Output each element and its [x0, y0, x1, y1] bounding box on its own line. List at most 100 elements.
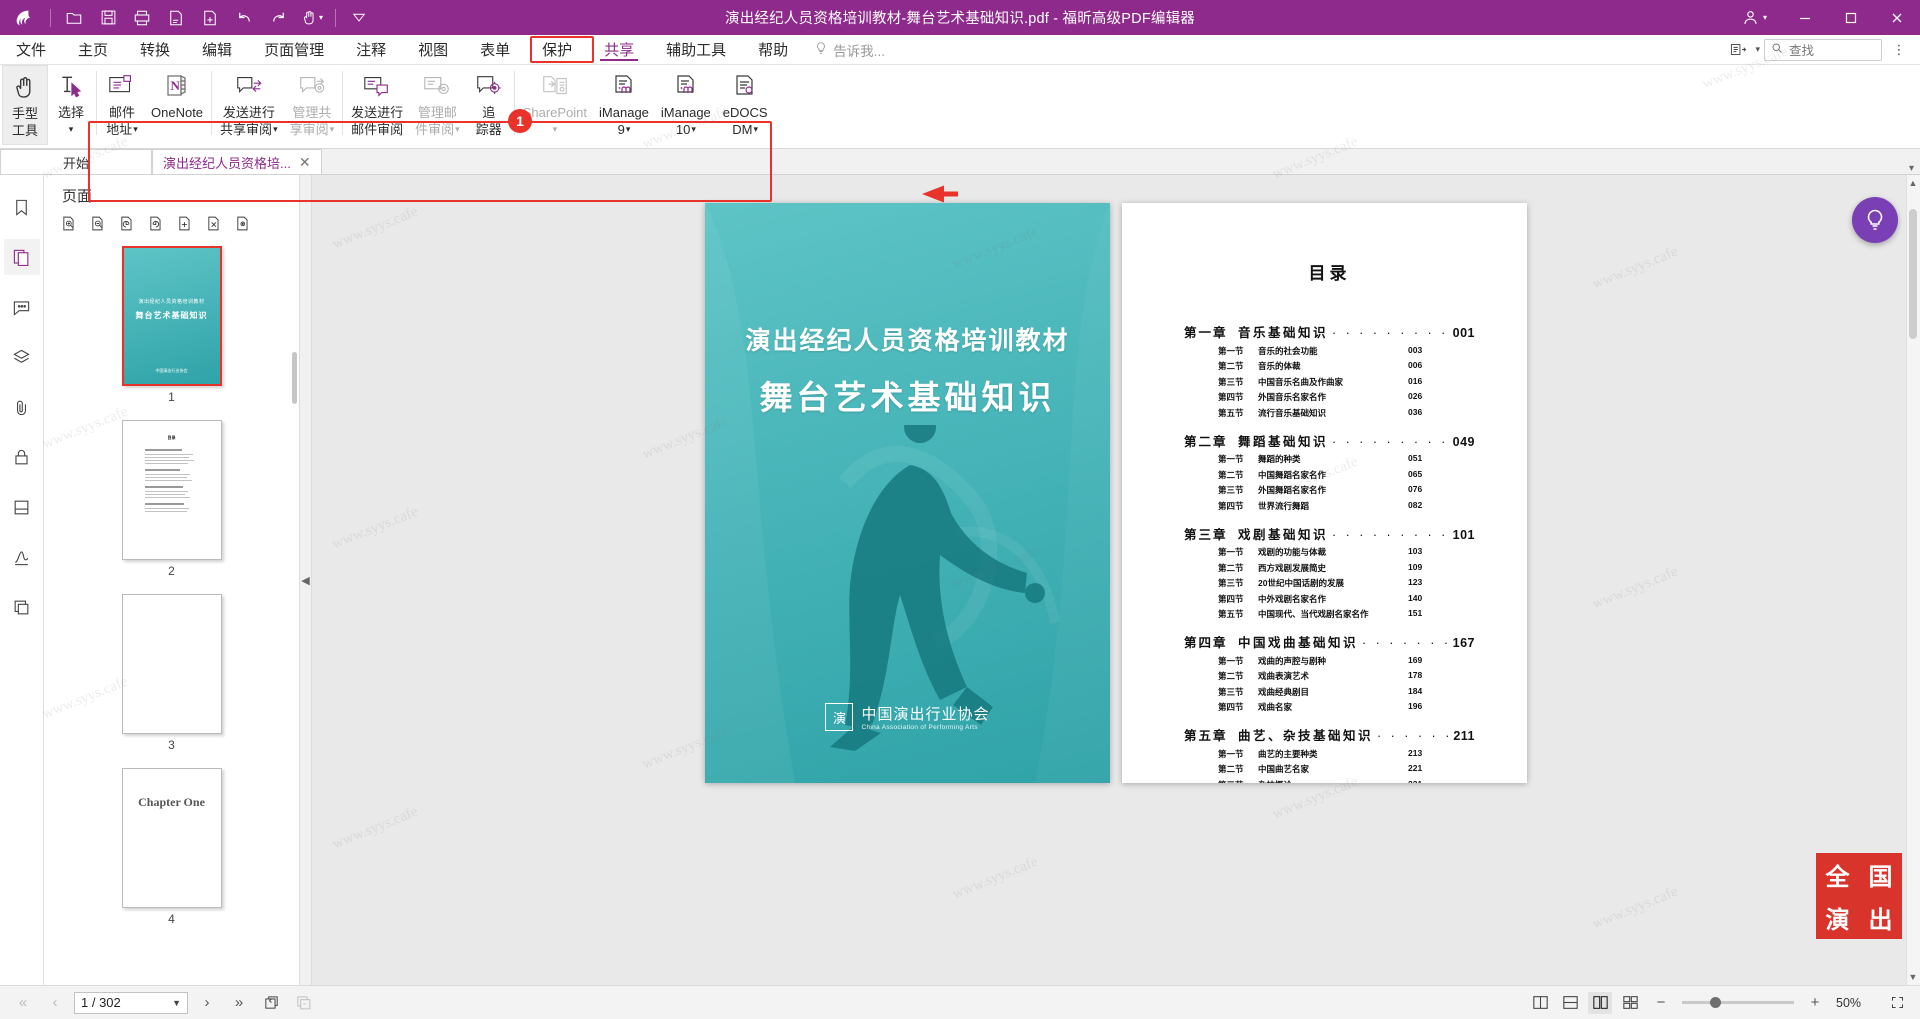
toc-section-row[interactable]: 第四节中外戏剧名家名作140 — [1218, 593, 1475, 605]
scroll-up-icon[interactable]: ▲ — [1908, 178, 1918, 188]
sidebar-item-stamps[interactable] — [4, 589, 40, 625]
redo-icon[interactable] — [261, 3, 295, 33]
thumbnail-scrollbar[interactable] — [292, 352, 297, 404]
select-tool-button[interactable]: 选择 ▾ — [48, 65, 94, 145]
toc-section-row[interactable]: 第一节曲艺的主要种类213 — [1218, 748, 1475, 760]
menu-item-protect[interactable]: 保护 — [526, 35, 588, 64]
extract-page-icon[interactable] — [230, 212, 256, 234]
insert-page-icon[interactable] — [172, 212, 198, 234]
sidebar-item-signatures[interactable] — [4, 539, 40, 575]
new-from-file-icon[interactable] — [193, 3, 227, 33]
menu-item-convert[interactable]: 转换 — [124, 35, 186, 64]
toc-section-row[interactable]: 第三节外国舞蹈名家名作076 — [1218, 484, 1475, 496]
page-thumbnail-4[interactable]: Chapter One — [122, 768, 222, 908]
account-icon[interactable]: ▾ — [1726, 8, 1782, 27]
send-shared-review-button[interactable]: 发送进行 共享审阅▾ — [214, 65, 284, 145]
thumbnail-item[interactable]: 目录 — [122, 420, 222, 594]
menu-item-edit[interactable]: 编辑 — [186, 35, 248, 64]
select-tool-caret[interactable]: ▾ — [69, 122, 74, 137]
imanage10-button[interactable]: iManage 10▾ — [655, 65, 717, 145]
toc-section-row[interactable]: 第一节音乐的社会功能003 — [1218, 345, 1475, 357]
toc-chapter-row[interactable]: 第五章 曲艺、杂技基础知识 · · · · · · · · 211 — [1184, 725, 1475, 744]
zoom-in-icon[interactable]: + — [1802, 991, 1828, 1015]
viewer-vertical-scrollbar[interactable]: ▲ ▼ — [1906, 175, 1920, 985]
toc-section-row[interactable]: 第四节戏曲名家196 — [1218, 701, 1475, 713]
manage-email-review-button[interactable]: 管理邮 件审阅▾ — [409, 65, 466, 145]
toc-section-row[interactable]: 第三节20世纪中国话剧的发展123 — [1218, 577, 1475, 589]
first-page-icon[interactable]: « — [10, 991, 36, 1015]
menu-item-comment[interactable]: 注释 — [340, 35, 402, 64]
chevron-down-icon[interactable]: ▾ — [1755, 44, 1760, 55]
toc-section-row[interactable]: 第一节舞蹈的种类051 — [1218, 453, 1475, 465]
toc-section-row[interactable]: 第四节外国音乐名家名作026 — [1218, 391, 1475, 403]
page-number-input[interactable]: 1 / 302 ▼ — [74, 992, 188, 1014]
toc-section-row[interactable]: 第一节戏剧的功能与体裁103 — [1218, 546, 1475, 558]
toc-section-row[interactable]: 第三节中国音乐名曲及作曲家016 — [1218, 376, 1475, 388]
toc-section-row[interactable]: 第二节中国舞蹈名家名作065 — [1218, 469, 1475, 481]
thumbnail-item[interactable]: 3 — [122, 594, 222, 768]
toc-section-row[interactable]: 第二节戏曲表演艺术178 — [1218, 670, 1475, 682]
menu-item-accessibility[interactable]: 辅助工具 — [650, 35, 742, 64]
prev-page-icon[interactable]: ‹ — [42, 991, 68, 1015]
toc-section-row[interactable]: 第五节中国现代、当代戏剧名家名作151 — [1218, 608, 1475, 620]
save-icon[interactable] — [91, 3, 125, 33]
menu-item-view[interactable]: 视图 — [402, 35, 464, 64]
last-page-icon[interactable]: » — [226, 991, 252, 1015]
toc-chapter-row[interactable]: 第三章 戏剧基础知识 · · · · · · · · · · · · · 101 — [1184, 524, 1475, 543]
toc-chapter-row[interactable]: 第二章 舞蹈基础知识 · · · · · · · · · · · · · 049 — [1184, 431, 1475, 450]
print-preview-icon[interactable] — [159, 3, 193, 33]
close-button[interactable] — [1874, 0, 1920, 35]
menu-item-form[interactable]: 表单 — [464, 35, 526, 64]
manage-shared-review-button[interactable]: 管理共 享审阅▾ — [284, 65, 341, 145]
print-icon[interactable] — [125, 3, 159, 33]
panel-splitter[interactable]: ◀ — [300, 175, 312, 985]
continuous-scroll-icon[interactable] — [1558, 992, 1582, 1014]
continuous-facing-icon[interactable] — [1618, 992, 1642, 1014]
rotate-right-icon[interactable] — [143, 212, 169, 234]
document-viewer[interactable]: 演出经纪人员资格培训教材 舞台艺术基础知识 演 中国演出行业协会 China A… — [312, 175, 1920, 985]
sidebar-item-destinations[interactable] — [4, 489, 40, 525]
toc-chapter-row[interactable]: 第四章 中国戏曲基础知识 · · · · · · · · · · 167 — [1184, 632, 1475, 651]
menu-item-page-manage[interactable]: 页面管理 — [248, 35, 340, 64]
previous-view-icon[interactable] — [258, 991, 284, 1015]
next-page-icon[interactable]: › — [194, 991, 220, 1015]
toc-section-row[interactable]: 第二节中国曲艺名家221 — [1218, 763, 1475, 775]
toc-section-row[interactable]: 第五节流行音乐基础知识036 — [1218, 407, 1475, 419]
more-vertical-icon[interactable]: ⋮ — [1886, 38, 1912, 62]
search-input[interactable]: 查找 — [1764, 39, 1882, 61]
scroll-down-icon[interactable]: ▼ — [1908, 972, 1918, 982]
delete-page-icon[interactable] — [201, 212, 227, 234]
sharepoint-button[interactable]: SharePoint ▾ — [517, 65, 593, 145]
toc-section-row[interactable]: 第二节音乐的体裁006 — [1218, 360, 1475, 372]
tell-me-box[interactable]: 告诉我... — [814, 35, 885, 64]
close-icon[interactable]: ✕ — [299, 154, 311, 171]
start-tab[interactable]: 开始 — [0, 149, 152, 174]
zoom-out-page-icon[interactable] — [85, 212, 111, 234]
menu-item-share[interactable]: 共享 — [588, 35, 650, 64]
page-thumbnail-3[interactable] — [122, 594, 222, 734]
thumbnail-item[interactable]: Chapter One 4 — [122, 768, 222, 942]
zoom-in-page-icon[interactable] — [56, 212, 82, 234]
toc-section-row[interactable]: 第四节世界流行舞蹈082 — [1218, 500, 1475, 512]
hand-tool-button[interactable]: 手型 工具 — [2, 65, 48, 145]
page-thumbnail-1[interactable]: 演出经纪人员资格培训教材 舞台艺术基础知识 中国演出行业协会 — [122, 246, 222, 386]
zoom-slider[interactable] — [1682, 1001, 1794, 1004]
sidebar-item-comments[interactable] — [4, 289, 40, 325]
menu-item-help[interactable]: 帮助 — [742, 35, 804, 64]
thumbnail-item[interactable]: 演出经纪人员资格培训教材 舞台艺术基础知识 中国演出行业协会 1 — [122, 246, 222, 420]
customize-toolbar-icon[interactable] — [342, 3, 376, 33]
fullscreen-icon[interactable] — [1884, 991, 1910, 1015]
rotate-left-icon[interactable] — [114, 212, 140, 234]
single-page-icon[interactable] — [1528, 992, 1552, 1014]
toc-section-row[interactable]: 第一节戏曲的声腔与剧种169 — [1218, 655, 1475, 667]
sharepoint-caret[interactable]: ▾ — [553, 122, 558, 137]
compare-icon[interactable] — [1725, 38, 1751, 62]
chevron-down-icon[interactable]: ▼ — [172, 998, 181, 1008]
mail-button[interactable]: 邮件 地址▾ — [99, 65, 145, 145]
minimize-button[interactable] — [1782, 0, 1828, 35]
edocs-dm-button[interactable]: eDOCS DM▾ — [717, 65, 774, 145]
page-thumbnail-2[interactable]: 目录 — [122, 420, 222, 560]
scroll-thumb[interactable] — [1909, 209, 1917, 339]
sidebar-item-security[interactable] — [4, 439, 40, 475]
tabstrip-collapse[interactable]: ▾ — [1909, 163, 1920, 174]
